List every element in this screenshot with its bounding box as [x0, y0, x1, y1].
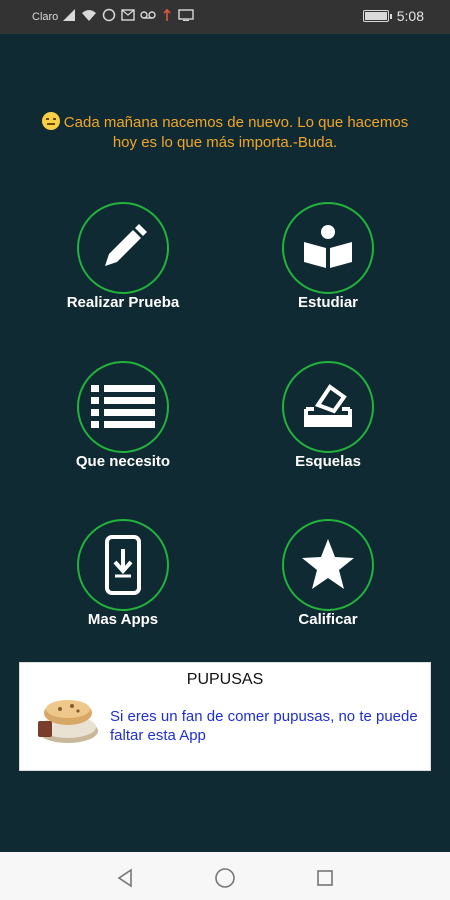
phone-download-icon	[105, 535, 141, 595]
daily-quote: Cada mañana nacemos de nuevo. Lo que hac…	[0, 112, 450, 153]
status-bar: Claro 5:08	[0, 0, 450, 34]
estudiar-label: Estudiar	[297, 294, 358, 311]
status-icons	[62, 8, 194, 22]
ad-banner[interactable]: PUPUSAS Si eres un fan de comer pupusas,…	[19, 662, 431, 771]
reader-book-icon	[304, 225, 352, 268]
esquelas-label: Esquelas	[295, 453, 361, 470]
esquelas-circle[interactable]	[282, 361, 374, 453]
voicemail-icon	[140, 11, 156, 19]
estudiar-button[interactable]: Estudiar	[238, 202, 418, 322]
screen-icon	[178, 9, 194, 21]
calificar-label: Calificar	[298, 611, 358, 628]
realizar-prueba-circle[interactable]	[77, 202, 169, 294]
star-icon	[302, 539, 354, 589]
back-triangle-icon	[117, 868, 132, 888]
estudiar-circle[interactable]	[282, 202, 374, 294]
carrier-label: Claro	[32, 11, 59, 23]
battery-icon	[362, 10, 392, 22]
calificar-circle[interactable]	[282, 519, 374, 611]
quote-text: Cada mañana nacemos de nuevo. Lo que hac…	[63, 114, 409, 151]
mail-icon	[121, 9, 135, 21]
esquelas-button[interactable]: Esquelas	[238, 361, 418, 481]
que-necesito-label: Que necesito	[75, 453, 171, 470]
navigation-bar	[0, 852, 450, 900]
que-necesito-button[interactable]: Que necesito	[33, 361, 213, 481]
recents-button[interactable]	[313, 866, 337, 890]
whatsapp-icon	[102, 8, 116, 22]
home-circle-icon	[215, 868, 235, 888]
clock: 5:08	[396, 8, 424, 24]
mas-apps-label: Mas Apps	[87, 611, 159, 628]
mas-apps-circle[interactable]	[77, 519, 169, 611]
mas-apps-button[interactable]: Mas Apps	[33, 519, 213, 639]
pencil-icon	[105, 224, 147, 266]
realizar-prueba-label: Realizar Prueba	[66, 294, 180, 311]
home-button[interactable]	[213, 866, 237, 890]
pupusa-image	[38, 700, 98, 743]
list-icon	[91, 385, 155, 428]
ballot-box-icon	[304, 384, 352, 427]
calificar-button[interactable]: Calificar	[238, 519, 418, 639]
recents-square-icon	[317, 870, 333, 886]
realizar-prueba-button[interactable]: Realizar Prueba	[33, 202, 213, 322]
status-right: 5:08	[362, 8, 424, 24]
wifi-icon	[82, 10, 96, 21]
signal-icon	[63, 9, 75, 21]
ad-description[interactable]: Si eres un fan de comer pupusas, no te p…	[110, 707, 420, 745]
que-necesito-circle[interactable]	[77, 361, 169, 453]
back-button[interactable]	[113, 866, 137, 890]
smile-emoji-icon	[41, 112, 60, 130]
usb-icon	[163, 8, 171, 21]
